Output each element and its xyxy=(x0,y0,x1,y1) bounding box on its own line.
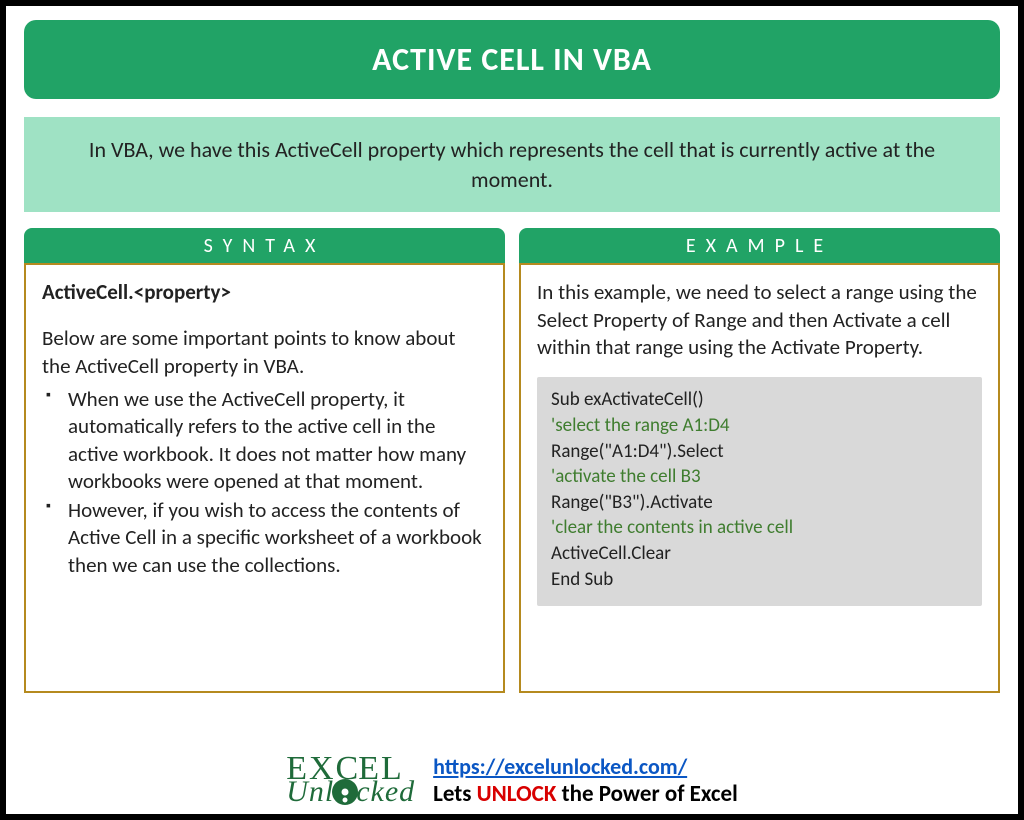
keyhole-icon xyxy=(332,779,358,805)
syntax-column: SYNTAX ActiveCell.<property> Below are s… xyxy=(24,228,505,693)
list-item: When we use the ActiveCell property, it … xyxy=(68,386,487,495)
tagline-post: the Power of Excel xyxy=(556,780,737,808)
code-block: Sub exActivateCell()'select the range A1… xyxy=(537,377,982,606)
code-line: ActiveCell.Clear xyxy=(551,541,968,567)
syntax-lead: Below are some important points to know … xyxy=(42,325,487,380)
tagline-pre: Lets xyxy=(433,780,477,808)
page-title: ACTIVE CELL IN VBA xyxy=(24,20,1000,99)
example-column: EXAMPLE In this example, we need to sele… xyxy=(519,228,1000,693)
example-heading: EXAMPLE xyxy=(519,228,1000,263)
syntax-points-list: When we use the ActiveCell property, it … xyxy=(42,386,487,579)
tagline-highlight: UNLOCK xyxy=(477,780,557,808)
code-comment: 'activate the cell B3 xyxy=(551,464,968,490)
document-frame: ACTIVE CELL IN VBA In VBA, we have this … xyxy=(0,0,1024,820)
brand-logo: EXCEL Unlcked xyxy=(286,756,415,806)
footer: EXCEL Unlcked https://excelunlocked.com/… xyxy=(6,753,1018,808)
example-body: In this example, we need to select a ran… xyxy=(519,263,1000,693)
code-line: Sub exActivateCell() xyxy=(551,387,968,413)
code-line: End Sub xyxy=(551,567,968,593)
list-item: However, if you wish to access the conte… xyxy=(68,497,487,579)
tagline: Lets UNLOCK the Power of Excel xyxy=(433,780,738,808)
code-line: Range("A1:D4").Select xyxy=(551,439,968,465)
syntax-body: ActiveCell.<property> Below are some imp… xyxy=(24,263,505,693)
syntax-heading: SYNTAX xyxy=(24,228,505,263)
example-lead: In this example, we need to select a ran… xyxy=(537,279,982,361)
site-link[interactable]: https://excelunlocked.com/ xyxy=(433,753,687,780)
code-line: Range("B3").Activate xyxy=(551,490,968,516)
code-comment: 'select the range A1:D4 xyxy=(551,413,968,439)
intro-box: In VBA, we have this ActiveCell property… xyxy=(24,117,1000,212)
syntax-signature: ActiveCell.<property> xyxy=(42,279,487,305)
two-column-layout: SYNTAX ActiveCell.<property> Below are s… xyxy=(24,228,1000,693)
code-comment: 'clear the contents in active cell xyxy=(551,515,968,541)
